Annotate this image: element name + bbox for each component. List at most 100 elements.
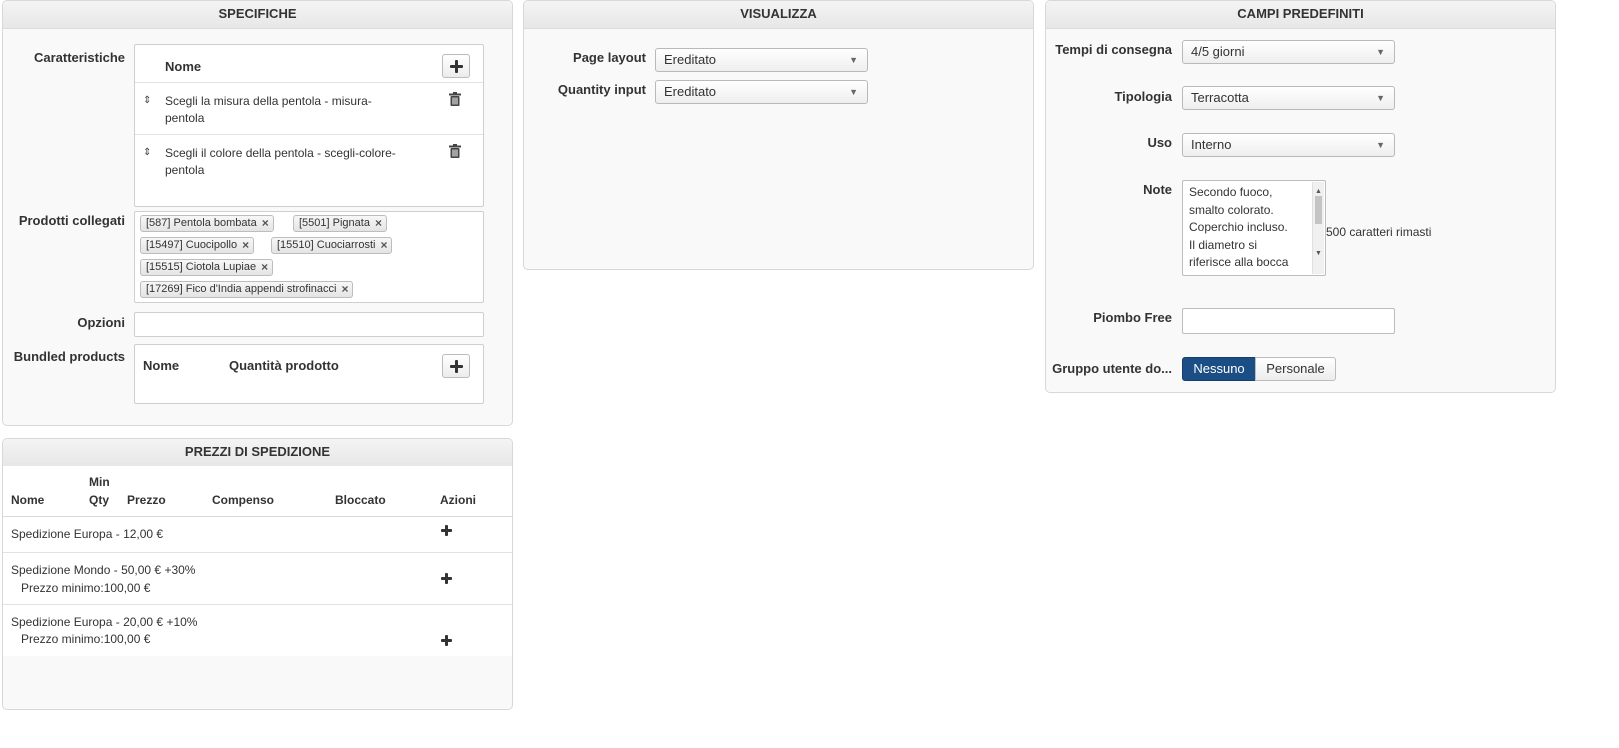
product-tag-label: [587] Pentola bombata	[146, 217, 257, 229]
bundled-col-qty: Quantità prodotto	[229, 358, 339, 373]
remove-tag-icon[interactable]: ×	[261, 260, 268, 275]
visualizza-panel: VISUALIZZA Page layout Ereditato ▼ Quant…	[523, 0, 1034, 270]
remove-tag-icon[interactable]: ×	[262, 216, 269, 231]
feature-text-line: Scegli la misura della pentola - misura-	[165, 94, 372, 108]
remove-tag-icon[interactable]: ×	[242, 238, 249, 253]
col-prezzo: Prezzo	[127, 493, 166, 507]
row-divider	[3, 516, 512, 517]
trash-icon[interactable]	[449, 144, 461, 158]
note-scrollbar[interactable]: ▲ ▼	[1312, 182, 1324, 274]
uso-select[interactable]: Interno ▼	[1182, 133, 1395, 157]
prodotti-collegati-field[interactable]: [587] Pentola bombata × [5501] Pignata × […	[134, 211, 484, 303]
product-tag-label: [15510] Cuociarrosti	[277, 239, 376, 251]
feature-text-line: pentola	[165, 111, 205, 125]
product-tag-label: [15515] Ciotola Lupiae	[146, 261, 257, 273]
remove-tag-icon[interactable]: ×	[341, 282, 348, 297]
page-layout-value: Ereditato	[664, 52, 717, 67]
spedizione-title: PREZZI DI SPEDIZIONE	[3, 439, 512, 467]
note-line: Il diametro si	[1189, 237, 1258, 252]
note-label: Note	[1143, 182, 1172, 197]
plus-icon[interactable]	[441, 525, 452, 536]
shipping-row: Spedizione Mondo - 50,00 € +30%	[11, 563, 196, 577]
bundled-col-name: Nome	[143, 358, 180, 373]
feature-text-line: Scegli il colore della pentola - scegli-…	[165, 146, 396, 160]
shipping-row: Spedizione Europa - 12,00 €	[11, 527, 164, 541]
product-tag-label: [17269] Fico d'India appendi strofinacci	[146, 283, 337, 295]
gruppo-option-personale[interactable]: Personale	[1255, 357, 1336, 381]
note-line: riferisce alla bocca	[1189, 255, 1289, 269]
tipologia-value: Terracotta	[1191, 90, 1249, 105]
feature-text: Scegli il colore della pentola - scegli-…	[165, 145, 396, 179]
gruppo-option-nessuno[interactable]: Nessuno	[1182, 357, 1256, 381]
remove-tag-icon[interactable]: ×	[380, 238, 387, 253]
tipologia-select[interactable]: Terracotta ▼	[1182, 86, 1395, 110]
tempi-label: Tempi di consegna	[1055, 42, 1172, 57]
note-textarea[interactable]: Secondo fuoco, smalto colorato. Coperchi…	[1182, 180, 1326, 276]
visualizza-title: VISUALIZZA	[524, 1, 1033, 29]
trash-icon[interactable]	[449, 92, 461, 106]
row-divider	[3, 604, 512, 605]
shipping-row-min-price: Prezzo minimo:100,00 €	[21, 581, 151, 595]
note-line: Coperchio incluso.	[1189, 220, 1288, 234]
product-tag: [15497] Cuocipollo ×	[140, 237, 255, 254]
campi-panel: CAMPI PREDEFINITI Tempi di consegna 4/5 …	[1045, 0, 1556, 393]
features-table: Nome ⇕ Scegli la misura della pentola - …	[134, 44, 484, 207]
product-tag: [5501] Pignata ×	[293, 215, 387, 232]
col-qty: Qty	[89, 493, 110, 507]
note-char-counter: 500 caratteri rimasti	[1326, 225, 1432, 239]
add-feature-button[interactable]	[442, 54, 470, 78]
caratteristiche-label: Caratteristiche	[33, 50, 125, 65]
bundled-products-table: Nome Quantità prodotto	[134, 344, 484, 404]
spedizione-table: Nome Min Qty Prezzo Compenso Bloccato Az…	[3, 466, 512, 656]
tempi-select[interactable]: 4/5 giorni ▼	[1182, 40, 1395, 64]
specifiche-title: SPECIFICHE	[3, 1, 512, 29]
product-tag: [587] Pentola bombata ×	[140, 215, 274, 232]
feature-text: Scegli la misura della pentola - misura-…	[165, 93, 372, 127]
chevron-down-icon: ▼	[849, 55, 858, 65]
col-bloccato: Bloccato	[335, 493, 386, 507]
col-nome: Nome	[11, 493, 45, 507]
specifiche-panel: SPECIFICHE Caratteristiche Nome ⇕ Scegli…	[2, 0, 513, 426]
spedizione-panel: PREZZI DI SPEDIZIONE Nome Min Qty Prezzo…	[2, 438, 513, 710]
chevron-down-icon: ▼	[1376, 93, 1385, 103]
features-header-name: Nome	[165, 59, 202, 74]
tipologia-label: Tipologia	[1114, 89, 1172, 104]
row-divider	[135, 82, 483, 83]
piombo-free-label: Piombo Free	[1093, 310, 1172, 325]
chevron-down-icon: ▼	[1376, 140, 1385, 150]
col-compenso: Compenso	[212, 493, 275, 507]
opzioni-input[interactable]	[134, 312, 484, 337]
row-divider	[135, 134, 483, 135]
row-divider	[3, 552, 512, 553]
shipping-row-min-price: Prezzo minimo:100,00 €	[21, 632, 151, 646]
bundled-products-label: Bundled products	[13, 349, 125, 364]
scroll-down-icon[interactable]: ▼	[1315, 245, 1322, 263]
page-layout-select[interactable]: Ereditato ▼	[655, 48, 868, 72]
col-azioni: Azioni	[440, 493, 476, 507]
shipping-row: Spedizione Europa - 20,00 € +10%	[11, 615, 198, 629]
sort-handle-icon[interactable]: ⇕	[143, 148, 151, 158]
product-tag: [15510] Cuociarrosti ×	[271, 237, 393, 254]
product-tag-label: [5501] Pignata	[299, 217, 370, 229]
chevron-down-icon: ▼	[1376, 47, 1385, 57]
plus-icon[interactable]	[441, 573, 452, 584]
campi-title: CAMPI PREDEFINITI	[1046, 1, 1555, 29]
product-tag: [17269] Fico d'India appendi strofinacci…	[140, 281, 354, 298]
scroll-thumb[interactable]	[1315, 196, 1322, 224]
product-tag-label: [15497] Cuocipollo	[146, 239, 238, 251]
page-layout-label: Page layout	[573, 50, 646, 65]
col-min: Min	[89, 475, 110, 489]
product-tag: [15515] Ciotola Lupiae ×	[140, 259, 274, 276]
note-line: Secondo fuoco,	[1189, 185, 1273, 199]
prodotti-collegati-label: Prodotti collegati	[18, 213, 125, 228]
sort-handle-icon[interactable]: ⇕	[143, 96, 151, 106]
piombo-free-input[interactable]	[1182, 308, 1395, 334]
plus-icon	[449, 59, 463, 73]
plus-icon[interactable]	[441, 635, 452, 646]
note-line: smalto colorato.	[1189, 202, 1274, 217]
quantity-input-select[interactable]: Ereditato ▼	[655, 80, 868, 104]
quantity-input-label: Quantity input	[557, 82, 646, 97]
remove-tag-icon[interactable]: ×	[375, 216, 382, 231]
add-bundled-button[interactable]	[442, 354, 470, 378]
uso-value: Interno	[1191, 137, 1232, 152]
